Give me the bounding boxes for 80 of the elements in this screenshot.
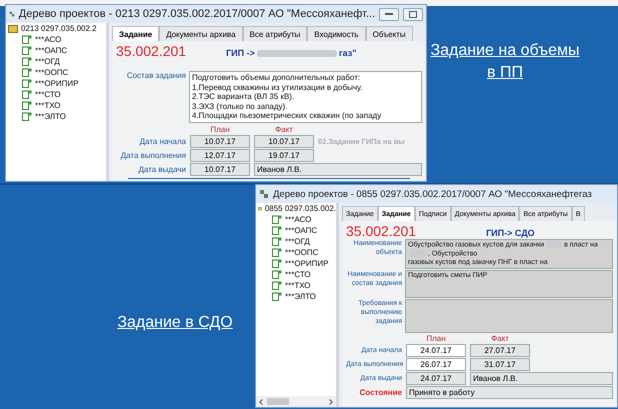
document-icon [272,259,282,268]
tree-item[interactable]: ***ОАПС [256,225,336,236]
header-text: ГИП -> газ" [226,48,356,58]
name-field[interactable]: Иванов Л.В. [254,162,422,176]
date-label: Дата выдачи [137,164,186,174]
field-label: Состав задания [126,71,186,80]
date-label: Дата выполнения [120,150,186,160]
minimize-button[interactable] [379,8,399,20]
tree-item[interactable]: ***ЭЛТО [256,291,336,302]
scroll-right-icon[interactable] [329,398,333,404]
project-code: 35.002.201 [346,223,416,239]
window-title: Дерево проектов - 0855 0297.035.002.2017/0007 АО "Мессояханефтегаз [273,188,593,200]
name-field[interactable]: Иванов Л.В. [470,372,613,386]
tree-item[interactable]: ***СТО [6,89,106,100]
status-label: Состояние [358,388,402,398]
tree-item[interactable]: ***ООПС [6,67,106,78]
header-text: ГИП-> СДО [486,228,535,238]
tree-item[interactable]: ***АСО [256,214,336,225]
tree-item[interactable]: ***ТХО [6,100,106,111]
tree-item[interactable]: ***ОРИПИР [256,258,336,269]
tree-item[interactable]: ***ООПС [256,247,336,258]
document-icon [22,90,32,99]
tree-item[interactable]: ***ОГД [256,236,336,247]
tab[interactable]: Входимость [307,26,366,41]
tree-item[interactable]: 0855 0297.035.002. [256,203,336,214]
horizontal-scrollbar[interactable] [256,396,336,407]
document-icon [272,270,282,279]
document-icon [272,248,282,257]
document-icon [272,237,282,246]
tab[interactable]: Документы архива [159,26,243,41]
date-field[interactable]: 24.07.17 [406,372,466,386]
redaction-bar [546,241,562,248]
document-icon [22,68,32,77]
date-field[interactable]: 10.07.17 [190,162,250,176]
date-field[interactable]: 31.07.17 [470,358,530,372]
plan-heading: План [209,124,231,134]
status-field[interactable]: Принято в работу [406,386,613,400]
scroll-left-icon[interactable] [259,398,263,404]
date-field[interactable]: 12.07.17 [190,148,250,162]
window-title: Дерево проектов - 0213 0297.035.002.2017/0007 АО "Мессояханефт... [18,8,375,20]
date-field[interactable]: 19.07.17 [254,148,314,162]
document-icon [272,226,282,235]
tree-item[interactable]: ***ОГД [6,56,106,67]
document-icon [22,101,32,110]
date-label: Дата начала [138,136,186,146]
tree-item[interactable]: ***СТО [256,269,336,280]
document-icon [22,46,32,55]
folder-icon [258,204,262,213]
date-field[interactable]: 26.07.17 [406,358,466,372]
tree-item[interactable]: ***ОАПС [6,45,106,56]
minimize-icon [385,13,393,15]
document-icon [272,281,282,290]
tab[interactable]: Все атрибуты [242,26,308,41]
fact-heading: Факт [490,334,510,344]
date-field[interactable]: 24.07.17 [406,344,466,358]
date-field[interactable]: 10.07.17 [254,134,314,148]
text-area[interactable]: Подготовить объемы дополнительных работ: 1.Перевод скважины из утилизации в добычу. 2.ТЭС варианта (ВЛ 35 кВ). 3.ЭХЗ (только по западу). 4.Площадки пьезометрических скважин (по западу [189,71,422,123]
tree-item[interactable]: ***ЭЛТО [6,111,106,122]
tree-item[interactable]: 0213 0297.035.002.2 [6,23,106,34]
document-icon [22,57,32,66]
tree-item[interactable]: ***ТХО [256,280,336,291]
document-icon [22,35,32,44]
plan-heading: План [425,334,447,344]
tab[interactable]: Задание [112,26,160,41]
tab[interactable]: Объекты [366,26,413,41]
folder-icon [8,24,18,33]
project-code: 35.002.201 [116,43,186,59]
tree-item[interactable]: ***АСО [6,34,106,45]
maximize-button[interactable] [403,8,423,20]
document-icon [22,112,32,121]
maximize-icon [409,10,417,18]
fact-heading: Факт [274,124,294,134]
document-icon [272,292,282,301]
app-icon [259,189,269,199]
date-field[interactable]: 27.07.17 [470,344,530,358]
tree-item[interactable]: ***ОРИПИР [6,78,106,89]
app-icon [9,9,15,19]
document-icon [22,79,32,88]
document-icon [272,215,282,224]
date-field[interactable]: 10.07.17 [190,134,250,148]
